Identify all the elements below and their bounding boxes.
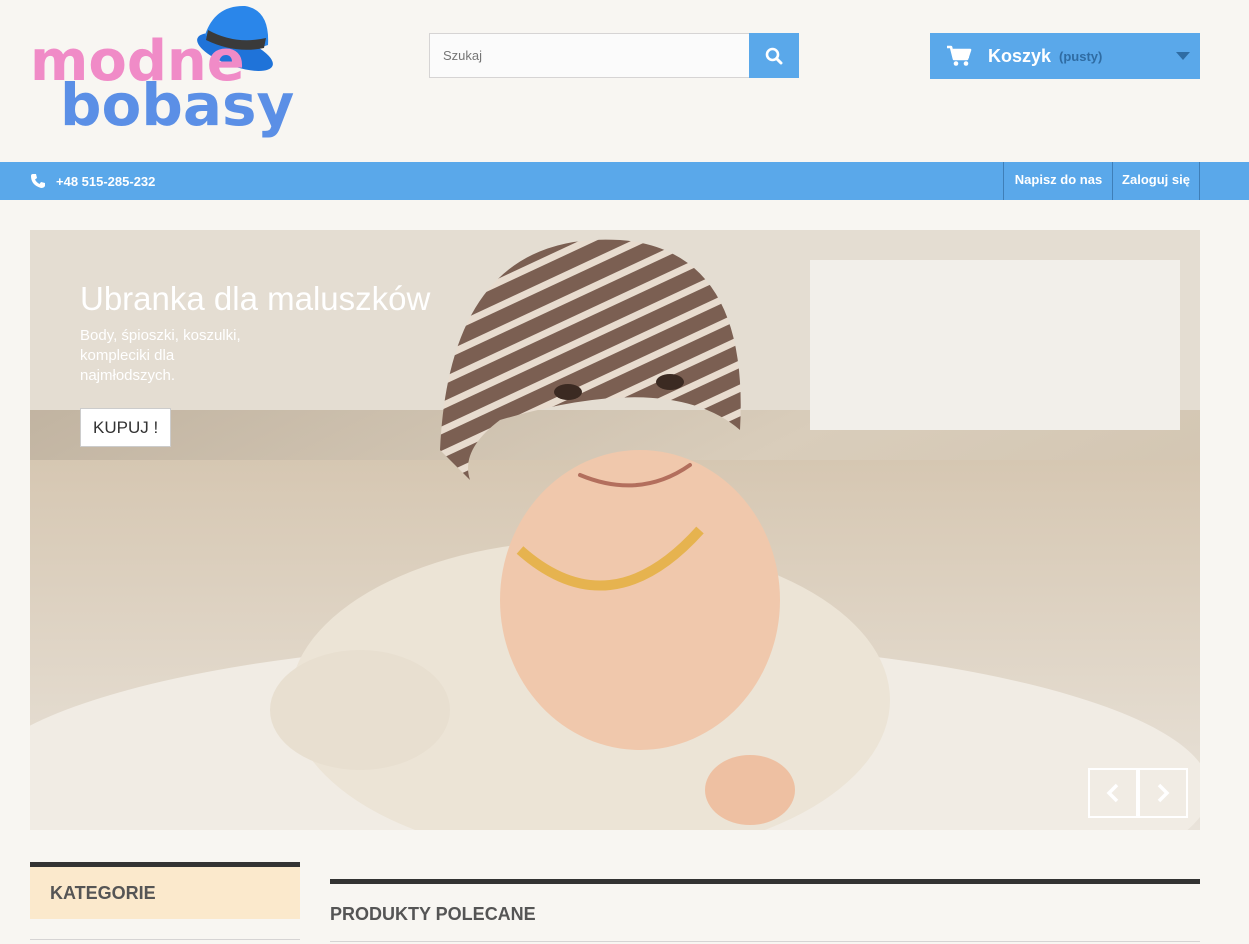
top-nav-bar: +48 515-285-232 Napisz do nas Zaloguj si…: [0, 162, 1249, 200]
featured-products-title: PRODUKTY POLECANE: [330, 904, 536, 924]
slide-image: [30, 230, 1200, 830]
block-top-border: [330, 879, 1200, 884]
phone-icon: [31, 174, 45, 188]
cart-icon: [947, 45, 972, 66]
chevron-down-icon: [1176, 52, 1190, 60]
search-icon: [765, 47, 783, 64]
divider: [330, 941, 1200, 942]
search-button[interactable]: [749, 33, 799, 78]
featured-products-block: PRODUKTY POLECANE: [330, 879, 1200, 942]
categories-block: KATEGORIE: [30, 862, 300, 940]
svg-text:bobasy: bobasy: [60, 71, 294, 139]
contact-link[interactable]: Napisz do nas: [1003, 162, 1113, 200]
slide-title: Ubranka dla maluszków: [80, 280, 431, 317]
shop-now-button[interactable]: KUPUJ !: [80, 408, 172, 447]
phone-number: +48 515-285-232: [56, 173, 156, 189]
search-bar: [429, 33, 799, 78]
slider-next-button[interactable]: [1138, 768, 1188, 818]
search-input[interactable]: [429, 33, 749, 78]
slide-description: Body, śpioszki, koszulki, kompleciki dla…: [80, 327, 241, 384]
site-logo[interactable]: modne bobasy: [30, 0, 295, 150]
homepage-slider: Ubranka dla maluszków Body, śpioszki, ko…: [30, 230, 1200, 830]
phone-contact: +48 515-285-232: [30, 162, 155, 200]
divider: [30, 939, 300, 940]
slider-prev-button[interactable]: [1088, 768, 1138, 818]
categories-title[interactable]: KATEGORIE: [30, 867, 300, 919]
chevron-right-icon: [1157, 783, 1170, 803]
cart-status: (pusty): [1059, 48, 1103, 64]
login-link[interactable]: Zaloguj się: [1112, 162, 1200, 200]
cart-label: Koszyk: [988, 45, 1052, 66]
chevron-left-icon: [1106, 783, 1119, 803]
logo-graphic: modne bobasy: [30, 5, 294, 139]
cart-button[interactable]: Koszyk (pusty): [930, 33, 1200, 79]
